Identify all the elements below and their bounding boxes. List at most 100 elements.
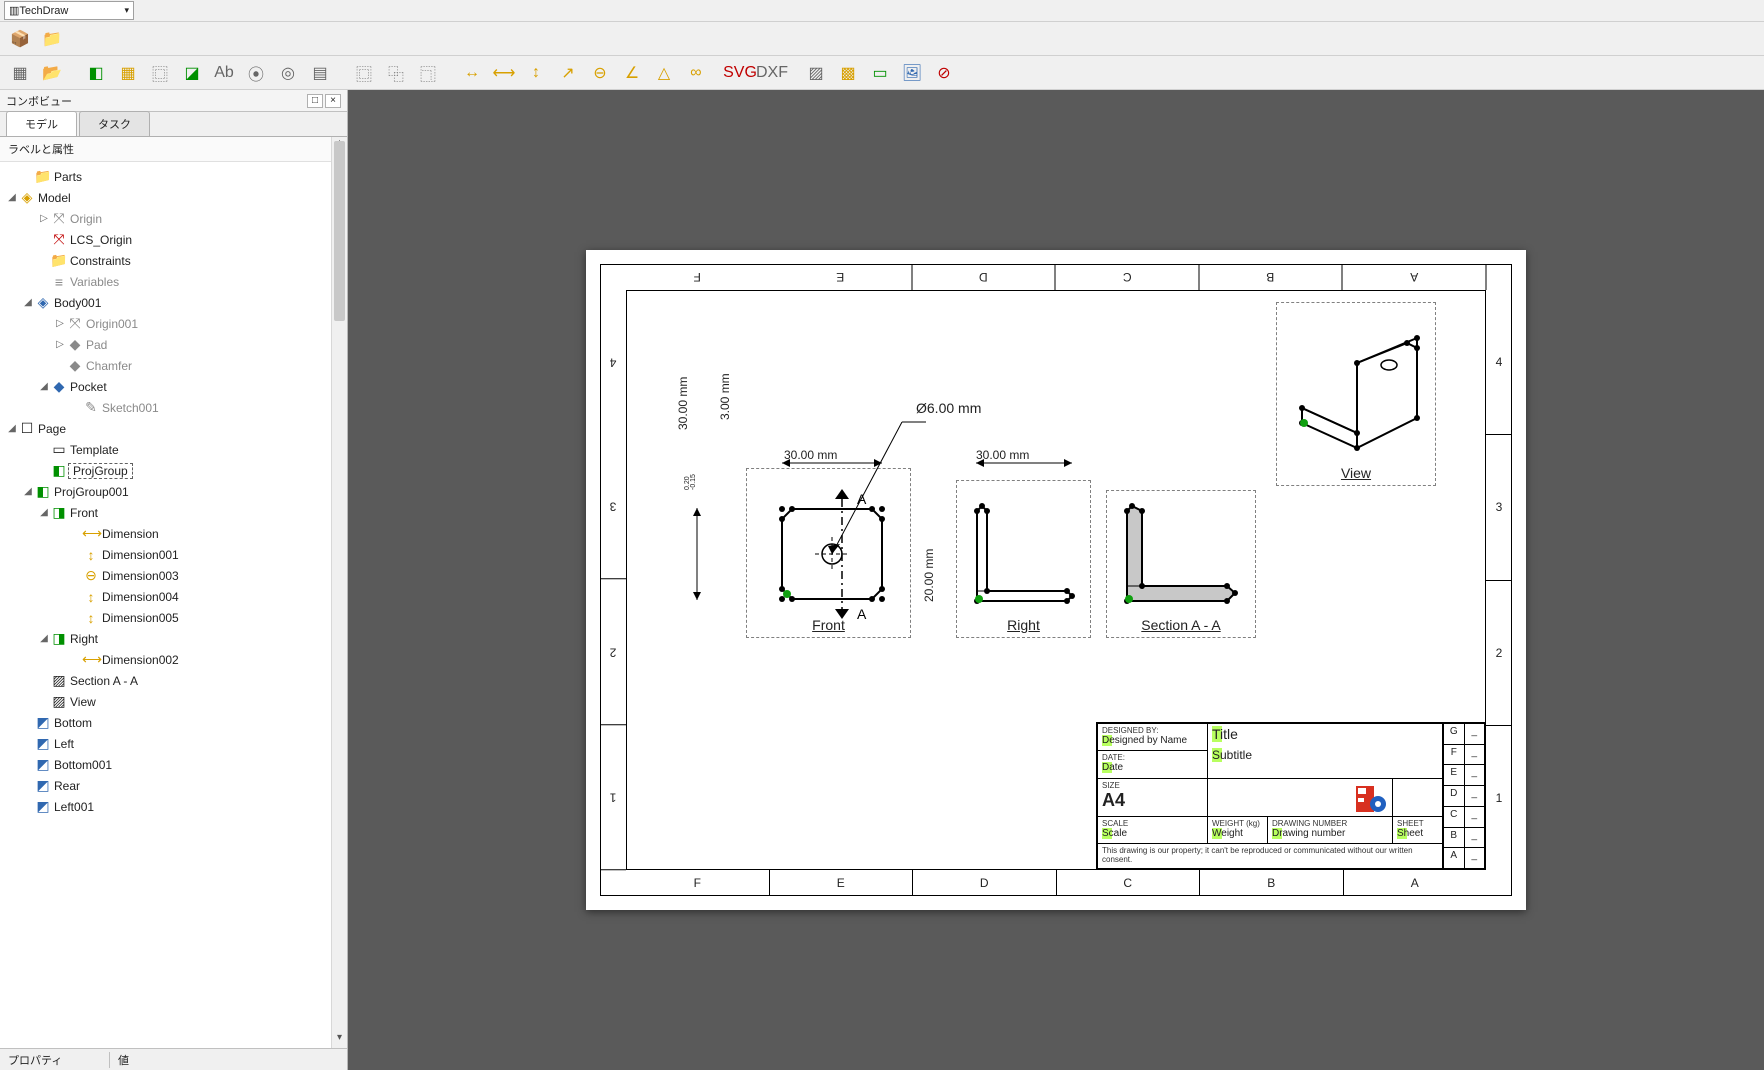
export-dxf-icon[interactable]: DXF — [758, 60, 786, 86]
tree-item-constraints[interactable]: 📁Constraints — [2, 250, 345, 271]
drawing-sheet[interactable]: FEDCBA FEDCBA 4321 4321 A A — [586, 250, 1526, 910]
clip-add-icon[interactable]: ⿻ — [382, 60, 410, 86]
tree-item-sketch001[interactable]: ✎Sketch001 — [2, 397, 345, 418]
scrollbar-thumb[interactable] — [334, 141, 345, 321]
dim-vertical-icon[interactable]: ↕ — [522, 60, 550, 86]
tree-item-dimension005[interactable]: ↕Dimension005 — [2, 607, 345, 628]
tree-item-chamfer[interactable]: ◆Chamfer — [2, 355, 345, 376]
tree-item-label: Bottom001 — [52, 758, 112, 772]
tree-item-label: ProjGroup001 — [52, 485, 129, 499]
tree-item-template[interactable]: ▭Template — [2, 439, 345, 460]
clip-remove-icon[interactable]: ⿹ — [414, 60, 442, 86]
tree-item-icon: ▨ — [50, 672, 68, 689]
tree-item-left[interactable]: ◩Left — [2, 733, 345, 754]
tree-view[interactable]: ラベルと属性 📁Parts◢◈Model▷⤧Origin⤧LCS_Origin📁… — [0, 136, 347, 1048]
tree-item-pad[interactable]: ▷◆Pad — [2, 334, 345, 355]
dim-length-icon[interactable]: ↔ — [458, 60, 486, 86]
tree-item-origin001[interactable]: ▷⤧Origin001 — [2, 313, 345, 334]
chevron-down-icon[interactable]: ▾ — [332, 1032, 347, 1048]
dim-diameter-icon[interactable]: ⊖ — [586, 60, 614, 86]
spreadsheet-icon[interactable]: ▤ — [306, 60, 334, 86]
tree-item-bottom001[interactable]: ◩Bottom001 — [2, 754, 345, 775]
insert-view-icon[interactable]: ◧ — [82, 60, 110, 86]
tree-item-label: Front — [68, 506, 98, 520]
clip-icon[interactable]: ◎ — [274, 60, 302, 86]
tree-scrollbar[interactable]: ▴ ▾ — [331, 137, 347, 1048]
tree-item-label: Constraints — [68, 254, 131, 268]
tree-item-dimension004[interactable]: ↕Dimension004 — [2, 586, 345, 607]
tb-title[interactable]: Title — [1212, 726, 1438, 742]
tree-item-label: Right — [68, 632, 98, 646]
tree-item-body001[interactable]: ◢◈Body001 — [2, 292, 345, 313]
tree-item-label: Left — [52, 737, 74, 751]
new-page-icon[interactable]: ▦ — [6, 60, 34, 86]
tree-item-right[interactable]: ◢◨Right — [2, 628, 345, 649]
tree-item-dimension002[interactable]: ⟷Dimension002 — [2, 649, 345, 670]
part-icon[interactable]: 📦 — [6, 26, 34, 52]
tb-date[interactable]: Date — [1102, 762, 1203, 773]
tb-subtitle[interactable]: Subtitle — [1212, 748, 1438, 762]
clip-group-icon[interactable]: ⿴ — [350, 60, 378, 86]
export-svg-icon[interactable]: SVG — [726, 60, 754, 86]
dim-horizontal-icon[interactable]: ⟷ — [490, 60, 518, 86]
view-iso[interactable]: View — [1276, 302, 1436, 486]
property-header: プロパティ 値 — [0, 1048, 347, 1070]
symbol-icon[interactable]: ⦿ — [242, 60, 270, 86]
tree-item-left001[interactable]: ◩Left001 — [2, 796, 345, 817]
tree-item-label: Page — [36, 422, 66, 436]
title-block[interactable]: DESIGNED BY: Designed by Name Title Subt… — [1096, 722, 1486, 870]
tb-weight[interactable]: Weight — [1212, 828, 1263, 839]
folder-icon[interactable]: 📁 — [38, 26, 66, 52]
tree-item-rear[interactable]: ◩Rear — [2, 775, 345, 796]
tree-item-model[interactable]: ◢◈Model — [2, 187, 345, 208]
tree-item-projgroup[interactable]: ◧ProjGroup — [2, 460, 345, 481]
tree-item-dimension003[interactable]: ⊖Dimension003 — [2, 565, 345, 586]
dim-radius-icon[interactable]: ↗ — [554, 60, 582, 86]
tab-task[interactable]: タスク — [79, 111, 150, 136]
tree-item-bottom[interactable]: ◩Bottom — [2, 712, 345, 733]
tb-sheet[interactable]: Sheet — [1397, 828, 1438, 839]
tree-item-label: View — [68, 695, 96, 709]
tb-scale[interactable]: Scale — [1102, 828, 1203, 839]
toggle-frame-icon[interactable]: ▭ — [866, 60, 894, 86]
panel-close-icon[interactable]: × — [325, 94, 341, 108]
tab-model[interactable]: モデル — [6, 111, 77, 136]
panel-tabs: モデル タスク — [0, 112, 347, 136]
tree-item-lcs-origin[interactable]: ⤧LCS_Origin — [2, 229, 345, 250]
tb-drawno[interactable]: Drawing number — [1272, 828, 1388, 839]
geom-hatch-icon[interactable]: ▩ — [834, 60, 862, 86]
tree-item-origin[interactable]: ▷⤧Origin — [2, 208, 345, 229]
proj-group-icon[interactable]: ◪ — [178, 60, 206, 86]
tree-item-front[interactable]: ◢◨Front — [2, 502, 345, 523]
dim-3pt-angle-icon[interactable]: △ — [650, 60, 678, 86]
combo-view-panel: コンボビュー □ × モデル タスク ラベルと属性 📁Parts◢◈Model▷… — [0, 90, 348, 1070]
tree-item-label: Bottom — [52, 716, 92, 730]
annotation-icon[interactable]: Ab — [210, 60, 238, 86]
tree-item-parts[interactable]: 📁Parts — [2, 166, 345, 187]
tree-item-section-a-a[interactable]: ▨Section A - A — [2, 670, 345, 691]
tb-designed-by[interactable]: Designed by Name — [1102, 735, 1203, 746]
view-right[interactable]: Right — [956, 480, 1091, 638]
tree-item-variables[interactable]: ≡Variables — [2, 271, 345, 292]
tree-item-pocket[interactable]: ◢◆Pocket — [2, 376, 345, 397]
tree-item-projgroup001[interactable]: ◢◧ProjGroup001 — [2, 481, 345, 502]
open-folder-icon[interactable]: 📂 — [38, 60, 66, 86]
tree-item-view[interactable]: ▨View — [2, 691, 345, 712]
tree-item-dimension[interactable]: ⟷Dimension — [2, 523, 345, 544]
tree-item-dimension001[interactable]: ↕Dimension001 — [2, 544, 345, 565]
section-view-icon[interactable]: ⿴ — [146, 60, 174, 86]
panel-undock-icon[interactable]: □ — [307, 94, 323, 108]
dim-height[interactable]: 30.00 mm — [676, 377, 690, 430]
workbench-selector[interactable]: ▥ TechDraw ▾ — [4, 1, 134, 20]
view-section[interactable]: Section A - A — [1106, 490, 1256, 638]
tree-item-page[interactable]: ◢☐Page — [2, 418, 345, 439]
hatch-icon[interactable]: ▨ — [802, 60, 830, 86]
dim-angle-icon[interactable]: ∠ — [618, 60, 646, 86]
dim-thickness[interactable]: 3.00 mm — [718, 373, 732, 420]
remove-icon[interactable]: ⊘ — [930, 60, 958, 86]
multi-view-icon[interactable]: ▦ — [114, 60, 142, 86]
tb-scale-label: SCALE — [1102, 819, 1203, 828]
drawing-canvas[interactable]: FEDCBA FEDCBA 4321 4321 A A — [348, 90, 1764, 1070]
image-icon[interactable]: 🖼 — [898, 60, 926, 86]
dim-link-icon[interactable]: ∞ — [682, 60, 710, 86]
